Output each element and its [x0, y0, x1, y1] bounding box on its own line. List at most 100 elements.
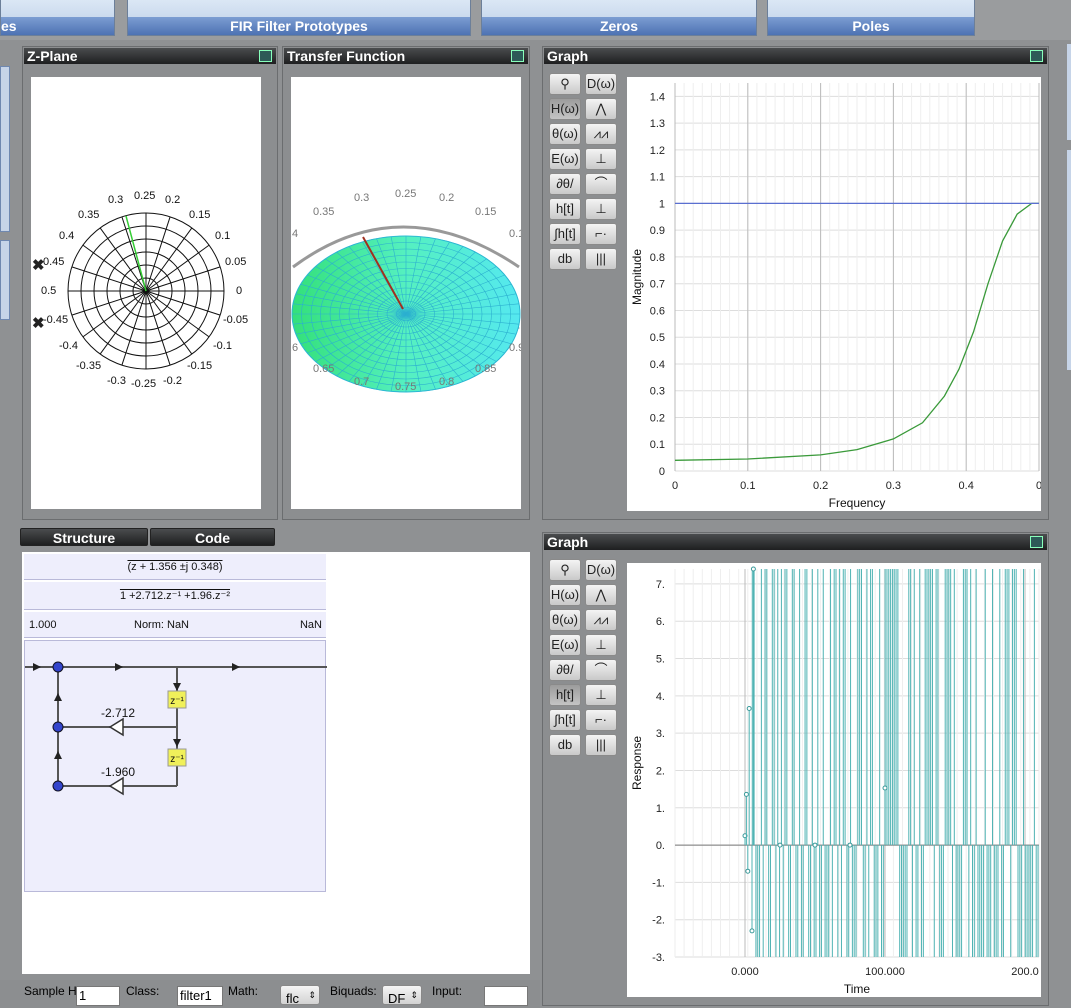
- transfer-label: 0.65: [313, 363, 334, 375]
- tab-fir-filter-prototypes[interactable]: FIR Filter Prototypes: [127, 0, 471, 36]
- tab-es[interactable]: es: [0, 0, 115, 36]
- tab-poles[interactable]: Poles: [767, 0, 975, 36]
- numerator-box: (z + 1.356 ±j 0.348): [24, 554, 326, 580]
- math-select[interactable]: flc ⇕: [280, 985, 320, 1006]
- arrow-icon: [54, 751, 62, 759]
- group-delay-button[interactable]: ∂θ/∂ω: [549, 659, 581, 697]
- graph-canvas-impulse[interactable]: -3. -2. -1. 0. 1. 2. 3. 4. 5. 6. 7. 0.000 100.000 200…: [627, 563, 1041, 997]
- impulse-button[interactable]: h[t]: [549, 684, 581, 706]
- transfer-title: Transfer Function: [284, 48, 528, 64]
- zplane-canvas[interactable]: ✖ ✖ 0.35 0.3 0.25 0.2 0.15 0.4 0.45 0.5 …: [31, 77, 261, 509]
- y-tick-label: 0.7: [650, 279, 665, 291]
- impulse-button-plot-icon[interactable]: ⊥: [585, 198, 617, 220]
- tab-code[interactable]: Code: [150, 528, 275, 546]
- transfer-label: 0.7: [354, 376, 369, 388]
- transfer-canvas[interactable]: .4 0.35 0.3 0.25 0.2 0.15 0.1 .6 0.65 0.…: [289, 77, 524, 509]
- dw-button[interactable]: D(ω): [585, 73, 617, 95]
- y-tick-label: 2.: [656, 765, 665, 777]
- zplane-spoke: [99, 227, 147, 292]
- zplane-label: -0.1: [213, 340, 232, 352]
- group-delay-button-plot-icon[interactable]: ⌒: [585, 659, 617, 681]
- zplane-spoke: [82, 290, 147, 338]
- zplane-label: 0.2: [165, 194, 180, 206]
- biquads-select[interactable]: DF ⇕: [382, 985, 422, 1006]
- x-tick-label: 100.000: [865, 966, 905, 978]
- impulse-button-plot-icon[interactable]: ⊥: [585, 684, 617, 706]
- top-toolbar: es FIR Filter Prototypes Zeros Poles: [0, 0, 1071, 40]
- hw-button[interactable]: H(ω): [549, 98, 581, 120]
- db-button[interactable]: db: [549, 734, 581, 756]
- hw-button-plot-icon[interactable]: ⋀: [585, 98, 617, 120]
- maximize-icon[interactable]: [1030, 536, 1043, 548]
- db-button[interactable]: db: [549, 248, 581, 270]
- zplane-label: -0.05: [223, 314, 248, 326]
- graph-title-text: Graph: [547, 48, 589, 64]
- sample-input[interactable]: 1: [76, 986, 120, 1006]
- y-tick-label: 7.: [656, 579, 665, 591]
- adder-node-icon: [52, 721, 64, 733]
- db-button-plot-icon[interactable]: |||: [585, 248, 617, 270]
- impulse-point: [847, 842, 853, 848]
- transfer-label: .4: [291, 228, 298, 240]
- impulse-point: [743, 791, 749, 797]
- x-tick-label: 0.4: [959, 480, 974, 492]
- hw-button-plot-icon[interactable]: ⋀: [585, 584, 617, 606]
- transfer-label: 0.9: [509, 342, 521, 354]
- input-field[interactable]: [484, 986, 528, 1006]
- theta-button[interactable]: θ(ω): [549, 609, 581, 631]
- zplane-label: 0.05: [225, 256, 246, 268]
- hw-button[interactable]: H(ω): [549, 584, 581, 606]
- zoom-button[interactable]: ⚲: [549, 73, 581, 95]
- zplane-panel: Z-Plane ✖ ✖ 0.35 0.3 0.25 0.2 0.15 0.4 0…: [22, 46, 278, 520]
- sample-label: Sample H: [24, 984, 77, 998]
- x-tick-label: 200.0: [1011, 966, 1039, 978]
- maximize-icon[interactable]: [259, 50, 272, 62]
- chart-grid: [674, 83, 1040, 472]
- tab-fir-label: FIR Filter Prototypes: [128, 17, 470, 35]
- zplane-spoke: [145, 290, 221, 316]
- tab-es-label: es: [1, 17, 114, 35]
- tab-structure[interactable]: Structure: [20, 528, 148, 546]
- maximize-icon[interactable]: [1030, 50, 1043, 62]
- step-button-plot-icon[interactable]: ⌐·: [585, 709, 617, 731]
- db-button-plot-icon[interactable]: |||: [585, 734, 617, 756]
- denominator-box: 1 +2.712.z⁻¹ +1.96.z⁻²: [24, 582, 326, 610]
- group-delay-button-plot-icon[interactable]: ⌒: [585, 173, 617, 195]
- ew-button-plot-icon[interactable]: ⊥: [585, 634, 617, 656]
- impulse-button[interactable]: h[t]: [549, 198, 581, 220]
- theta-button-plot-icon[interactable]: ⩘⩘: [585, 123, 617, 145]
- magnitude-chart: 0 0.1 0.2 0.3 0.4 0.5 0.6 0.7 0.8 0.9 1 1.1 1.2 1.3 1.…: [630, 83, 1042, 510]
- y-tick-label: 4.: [656, 691, 665, 703]
- graph-canvas-magnitude[interactable]: 0 0.1 0.2 0.3 0.4 0.5 0.6 0.7 0.8 0.9 1 1.1 1.2 1.3 1.…: [627, 77, 1042, 511]
- step-button[interactable]: ∫h[t]: [549, 223, 581, 245]
- class-label: Class:: [126, 984, 160, 998]
- step-button-plot-icon[interactable]: ⌐·: [585, 223, 617, 245]
- theta-button[interactable]: θ(ω): [549, 123, 581, 145]
- ew-button[interactable]: E(ω): [549, 148, 581, 170]
- tab-zeros[interactable]: Zeros: [481, 0, 757, 36]
- nan-value: NaN: [299, 619, 322, 631]
- impulse-point: [812, 842, 818, 848]
- group-delay-button[interactable]: ∂θ/∂ω: [549, 173, 581, 211]
- ew-button-plot-icon[interactable]: ⊥: [585, 148, 617, 170]
- arrow-icon: [54, 693, 62, 701]
- tab-poles-label: Poles: [768, 17, 974, 35]
- gain-value: 1.000: [29, 619, 57, 631]
- impulse-point: [777, 842, 783, 848]
- flow-svg: z⁻¹ z⁻¹ -2.712 -1.960: [25, 661, 327, 796]
- y-tick-label: 0.6: [650, 305, 665, 317]
- x-tick-label: 0.000: [731, 966, 759, 978]
- y-tick-label: 0.5: [650, 332, 665, 344]
- dw-button[interactable]: D(ω): [585, 559, 617, 581]
- step-button[interactable]: ∫h[t]: [549, 709, 581, 731]
- zoom-button[interactable]: ⚲: [549, 559, 581, 581]
- ew-button[interactable]: E(ω): [549, 634, 581, 656]
- zplane-label: -0.4: [59, 340, 78, 352]
- maximize-icon[interactable]: [511, 50, 524, 62]
- theta-button-plot-icon[interactable]: ⩘⩘: [585, 609, 617, 631]
- class-input[interactable]: filter1: [177, 986, 223, 1006]
- zplane-spoke: [71, 290, 147, 316]
- arrow-icon: [173, 739, 181, 747]
- right-edge-strip: [1067, 44, 1071, 140]
- transfer-title-text: Transfer Function: [287, 48, 406, 64]
